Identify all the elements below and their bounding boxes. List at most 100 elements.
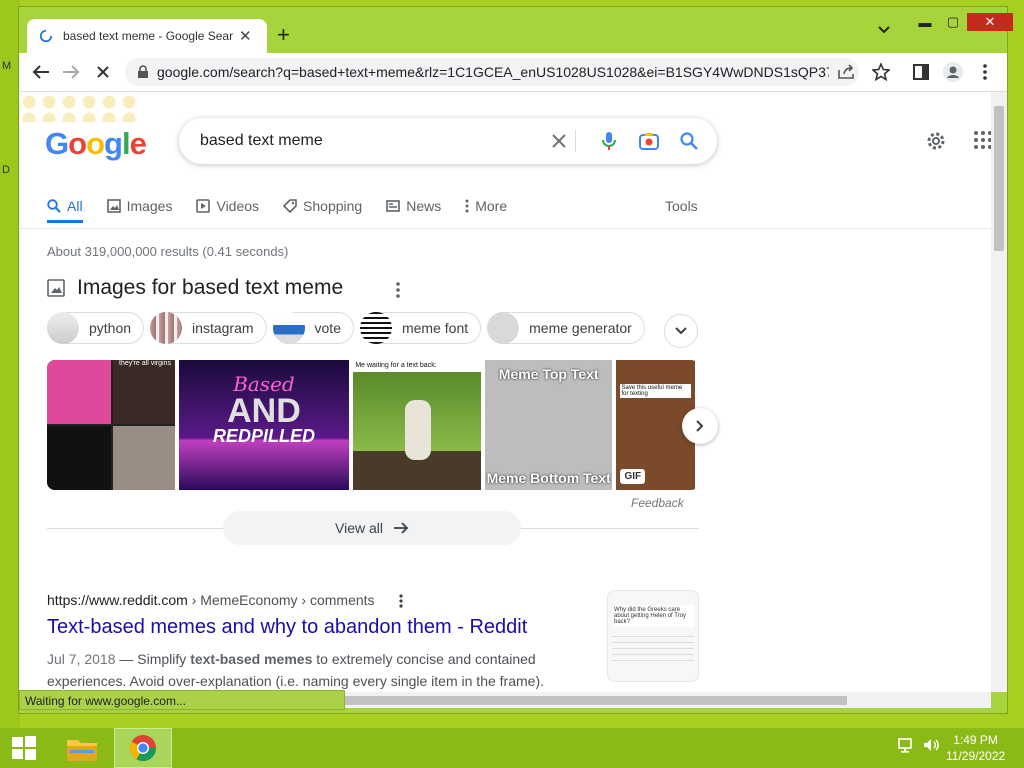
browser-toolbar: google.com/search?q=based+text+meme&rlz=… [19, 53, 1007, 92]
tab-title: based text meme - Google Search [63, 29, 233, 43]
windows-start-icon[interactable] [6, 728, 42, 768]
page-content: Google based text meme All Images Videos… [19, 92, 991, 692]
video-icon [196, 199, 211, 213]
related-chips: python instagram vote meme font meme gen… [47, 312, 651, 344]
minimize-icon[interactable]: ▬ [911, 13, 939, 31]
search-divider [575, 130, 576, 152]
chip-instagram[interactable]: instagram [150, 312, 267, 344]
image-gallery: they're all virgins Based AND REDPILLED … [47, 360, 699, 490]
tab-images[interactable]: Images [106, 192, 172, 220]
result-options-icon[interactable] [399, 594, 403, 613]
vertical-scrollbar[interactable] [991, 92, 1007, 692]
search-box[interactable]: based text meme [179, 118, 717, 164]
system-clock[interactable]: 1:49 PM 11/29/2022 [946, 732, 1005, 764]
browser-window: based text meme - Google Search ✕ + ▬ ▢ … [18, 6, 1013, 714]
network-icon[interactable] [898, 736, 916, 754]
file-explorer-icon[interactable] [60, 728, 104, 768]
result-stats: About 319,000,000 results (0.41 seconds) [47, 244, 289, 259]
chrome-taskbar-icon[interactable] [114, 728, 172, 768]
tab-shopping[interactable]: Shopping [283, 192, 362, 220]
browser-tab[interactable]: based text meme - Google Search ✕ [27, 19, 267, 53]
images-section-title[interactable]: Images for based text meme [77, 276, 343, 300]
chip-thumbnail [150, 312, 183, 344]
result-snippet: Jul 7, 2018 — Simplify text-based memes … [47, 651, 544, 689]
google-logo[interactable]: Google [45, 126, 147, 162]
chip-python[interactable]: python [47, 312, 145, 344]
share-icon[interactable] [837, 62, 857, 82]
gallery-image[interactable]: they're all virgins [47, 360, 175, 490]
desktop-icon-fragment[interactable]: M [2, 60, 11, 72]
gallery-next-chevron-icon[interactable] [682, 408, 718, 444]
window-controls: ▬ ▢ ✕ [911, 13, 1013, 31]
gallery-image[interactable]: Meme Top Text Meme Bottom Text [484, 360, 613, 490]
bookmark-star-icon[interactable] [871, 62, 891, 82]
feedback-link[interactable]: Feedback [631, 496, 684, 510]
news-icon [386, 200, 401, 212]
gallery-caption: they're all virgins [119, 360, 171, 367]
nav-divider [19, 228, 991, 229]
scrollbar-thumb[interactable] [994, 106, 1004, 251]
microphone-icon[interactable] [599, 131, 619, 151]
camera-lens-icon[interactable] [639, 131, 659, 151]
desktop-edge: M D [0, 0, 20, 728]
result-cite[interactable]: https://www.reddit.com › MemeEconomy › c… [47, 592, 375, 608]
stop-loading-icon[interactable] [93, 62, 113, 82]
browser-menu-icon[interactable] [975, 62, 995, 82]
chip-thumbnail [359, 312, 392, 344]
new-tab-icon[interactable]: + [277, 24, 290, 46]
clock-time: 1:49 PM [953, 733, 998, 747]
chip-vote[interactable]: vote [272, 312, 354, 344]
gallery-image[interactable]: Based AND REDPILLED [178, 360, 350, 490]
chip-meme-font[interactable]: meme font [359, 312, 482, 344]
image-icon [47, 279, 65, 297]
profile-avatar-icon[interactable] [943, 62, 963, 82]
status-bar: Waiting for www.google.com... [19, 690, 345, 710]
google-apps-icon[interactable] [973, 130, 991, 155]
tools-button[interactable]: Tools [665, 198, 698, 214]
section-options-icon[interactable] [396, 282, 400, 303]
search-icon[interactable] [679, 131, 699, 151]
chip-thumbnail [47, 312, 79, 344]
chip-meme-generator[interactable]: meme generator [487, 312, 645, 344]
tab-videos[interactable]: Videos [196, 192, 259, 220]
url-text[interactable]: google.com/search?q=based+text+meme&rlz=… [157, 64, 829, 80]
skeleton-figure [405, 400, 432, 460]
tag-icon [283, 199, 297, 213]
image-icon [106, 199, 121, 213]
taskbar: 1:49 PM 11/29/2022 [0, 728, 1024, 768]
tab-more[interactable]: More [465, 192, 507, 220]
tab-strip: based text meme - Google Search ✕ + ▬ ▢ … [19, 7, 1013, 53]
desktop-icon-fragment[interactable]: D [2, 164, 10, 176]
tab-close-icon[interactable]: ✕ [239, 27, 252, 45]
search-nav-tabs: All Images Videos Shopping News More [47, 192, 531, 224]
address-bar[interactable]: google.com/search?q=based+text+meme&rlz=… [125, 58, 859, 86]
loading-spinner-icon [39, 29, 53, 43]
forward-icon[interactable] [61, 62, 81, 82]
search-input[interactable]: based text meme [200, 132, 323, 150]
kebab-icon [465, 199, 469, 213]
result-title-link[interactable]: Text-based memes and why to abandon them… [47, 616, 527, 639]
volume-icon[interactable] [922, 736, 940, 754]
close-window-icon[interactable]: ✕ [967, 13, 1013, 31]
back-icon[interactable] [31, 62, 51, 82]
view-all-button[interactable]: View all [223, 511, 521, 545]
settings-gear-icon[interactable] [925, 130, 947, 157]
gif-badge: GIF [620, 469, 646, 484]
chip-thumbnail [272, 312, 305, 344]
search-icon [47, 199, 61, 213]
side-panel-icon[interactable] [911, 62, 931, 82]
lock-icon[interactable] [137, 65, 149, 79]
images-section-header: Images for based text meme [47, 276, 343, 300]
tab-search-chevron-icon[interactable] [877, 25, 891, 35]
chip-expand-chevron-icon[interactable] [664, 314, 698, 348]
tab-news[interactable]: News [386, 192, 441, 220]
result-thumbnail[interactable]: Why did the Greeks care about getting He… [607, 590, 699, 682]
maximize-icon[interactable]: ▢ [939, 13, 967, 31]
gallery-image[interactable]: Me waiting for a text back: [353, 360, 481, 490]
arrow-right-icon [394, 522, 409, 534]
clock-date: 11/29/2022 [946, 749, 1006, 763]
chip-thumbnail [487, 312, 520, 344]
clear-search-icon[interactable] [549, 131, 569, 151]
doodle-background [19, 92, 137, 122]
tab-all[interactable]: All [47, 192, 83, 223]
